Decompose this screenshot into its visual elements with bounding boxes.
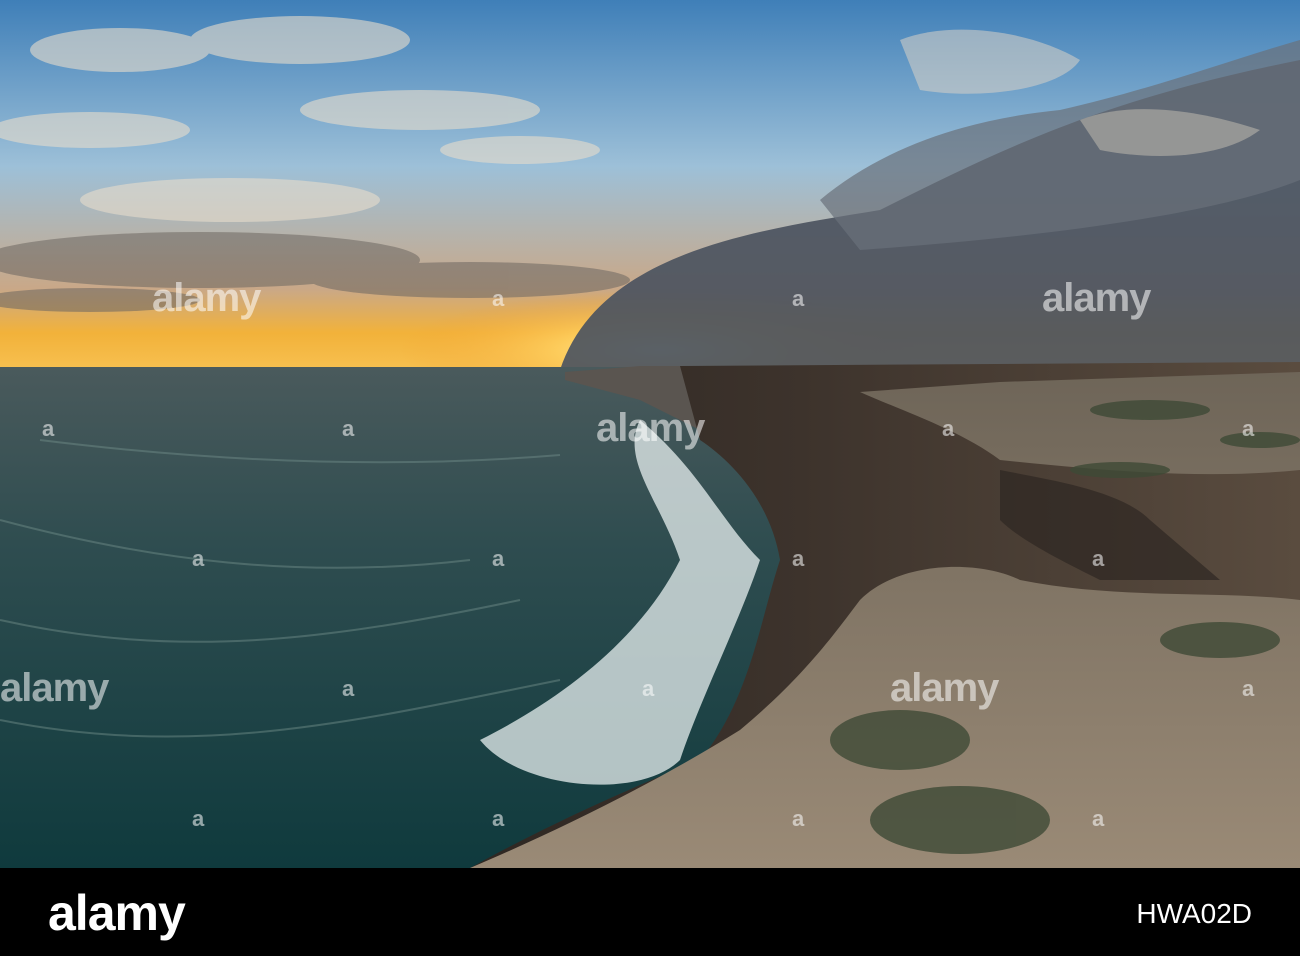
watermark-mark: a [1242, 416, 1254, 441]
watermark: alamy [152, 276, 261, 320]
watermark-mark: a [192, 806, 204, 831]
watermark-mark: a [1092, 806, 1104, 831]
footer-bar: alamy HWA02D [0, 868, 1300, 956]
watermark: alamy [890, 666, 999, 710]
watermark-mark: a [642, 676, 654, 701]
photo: alamy alamy alamy alamy alamy a a a a a … [0, 0, 1300, 868]
stock-photo-frame: alamy alamy alamy alamy alamy a a a a a … [0, 0, 1300, 956]
watermark-mark: a [1092, 546, 1104, 571]
watermark-mark: a [42, 416, 54, 441]
watermark-mark: a [342, 416, 354, 441]
watermark-mark: a [492, 546, 504, 571]
watermark-mark: a [342, 676, 354, 701]
watermark: alamy [0, 666, 109, 710]
watermark-mark: a [492, 286, 504, 311]
watermark: alamy [596, 406, 705, 450]
image-id: HWA02D [1136, 898, 1252, 929]
watermark-mark: a [792, 546, 804, 571]
watermark-mark: a [792, 806, 804, 831]
watermark: alamy [1042, 276, 1151, 320]
watermark-mark: a [942, 416, 954, 441]
watermark-mark: a [1242, 676, 1254, 701]
watermark-mark: a [492, 806, 504, 831]
watermark-mark: a [192, 546, 204, 571]
watermark-mark: a [792, 286, 804, 311]
footer-logo: alamy [48, 885, 186, 941]
